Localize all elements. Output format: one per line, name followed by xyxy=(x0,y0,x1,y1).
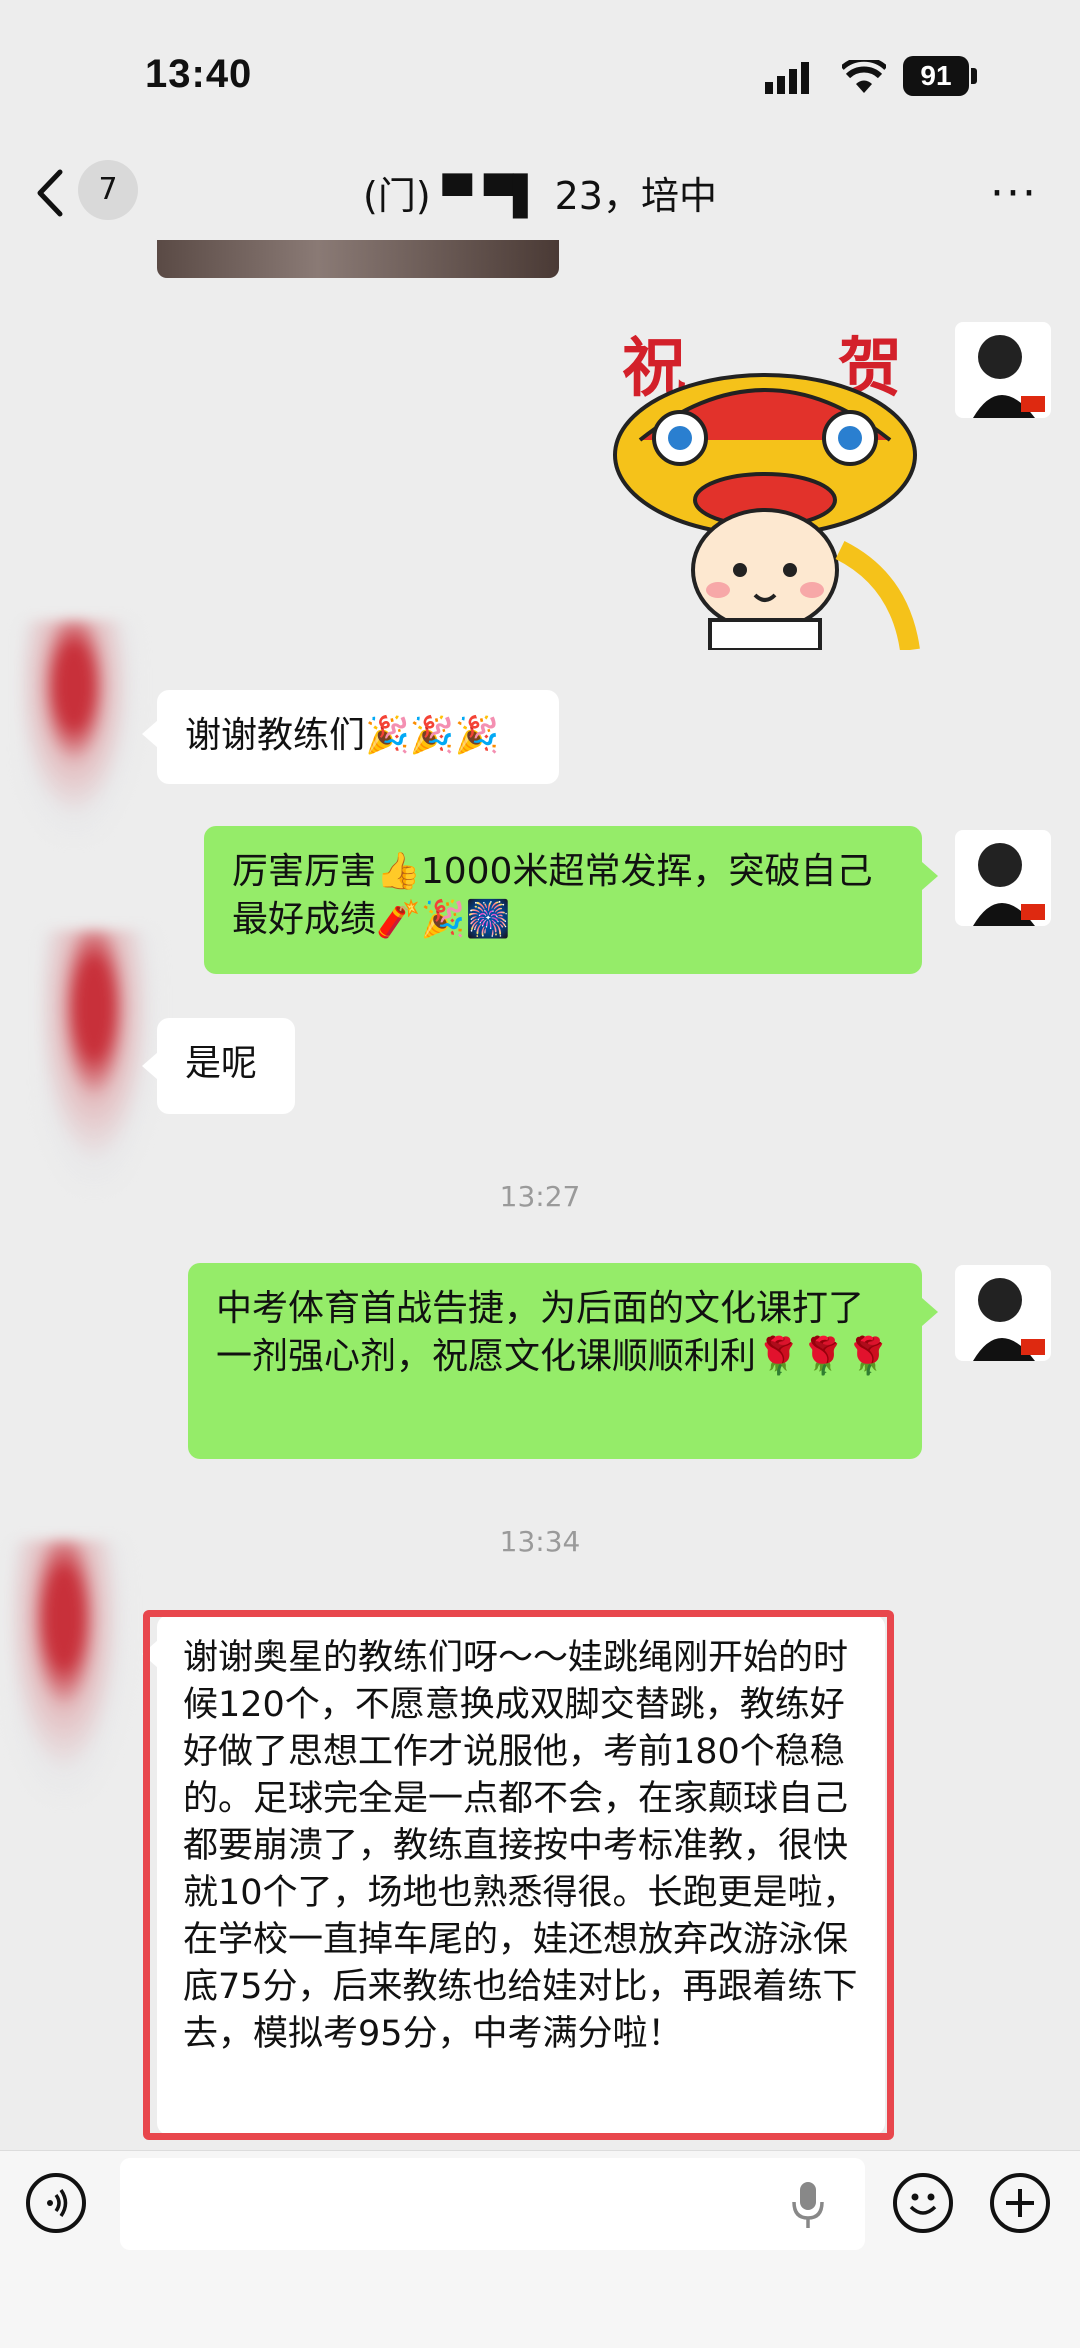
battery-level: 91 xyxy=(903,56,969,96)
battery-tip xyxy=(971,68,977,84)
message-bubble-outgoing[interactable]: 中考体育首战告捷，为后面的文化课打了一剂强心剂，祝愿文化课顺顺利利🌹🌹🌹 xyxy=(188,1263,922,1459)
congratulations-sticker[interactable]: 祝 贺 xyxy=(600,320,930,652)
back-chevron-icon[interactable] xyxy=(32,168,72,218)
status-time: 13:40 xyxy=(145,52,253,96)
my-avatar[interactable] xyxy=(955,322,1051,418)
message-bubble-outgoing[interactable]: 厉害厉害👍1000米超常发挥，突破自己最好成绩🧨🎉🎆 xyxy=(204,826,922,974)
chat-title: (门) ▀ ▀▌ 23，培中 xyxy=(363,174,717,218)
message-input[interactable] xyxy=(120,2158,865,2250)
plus-icon[interactable] xyxy=(990,2173,1050,2233)
signal-icon xyxy=(765,62,821,98)
message-bubble-incoming[interactable]: 谢谢教练们🎉🎉🎉 xyxy=(157,690,559,784)
image-message-thumbnail[interactable] xyxy=(157,240,559,278)
bubble-tail xyxy=(142,720,158,748)
unread-count-badge[interactable]: 7 xyxy=(78,160,138,220)
bubble-tail xyxy=(922,1298,938,1326)
my-avatar[interactable] xyxy=(955,1265,1051,1361)
more-options-icon[interactable]: ··· xyxy=(990,168,1038,219)
wifi-icon xyxy=(840,56,888,98)
highlight-box xyxy=(143,1610,894,2140)
emoji-icon[interactable] xyxy=(893,2173,953,2233)
message-bubble-incoming[interactable]: 是呢 xyxy=(157,1018,295,1114)
contact-avatar-blurred[interactable] xyxy=(20,620,140,840)
bubble-tail xyxy=(142,1052,158,1080)
contact-avatar-blurred[interactable] xyxy=(10,1540,130,1800)
my-avatar[interactable] xyxy=(955,830,1051,926)
voice-toggle-icon[interactable] xyxy=(26,2173,86,2233)
bubble-tail xyxy=(922,862,938,890)
timestamp: 13:27 xyxy=(499,1180,581,1213)
microphone-icon[interactable] xyxy=(790,2180,826,2234)
timestamp: 13:34 xyxy=(499,1525,581,1558)
